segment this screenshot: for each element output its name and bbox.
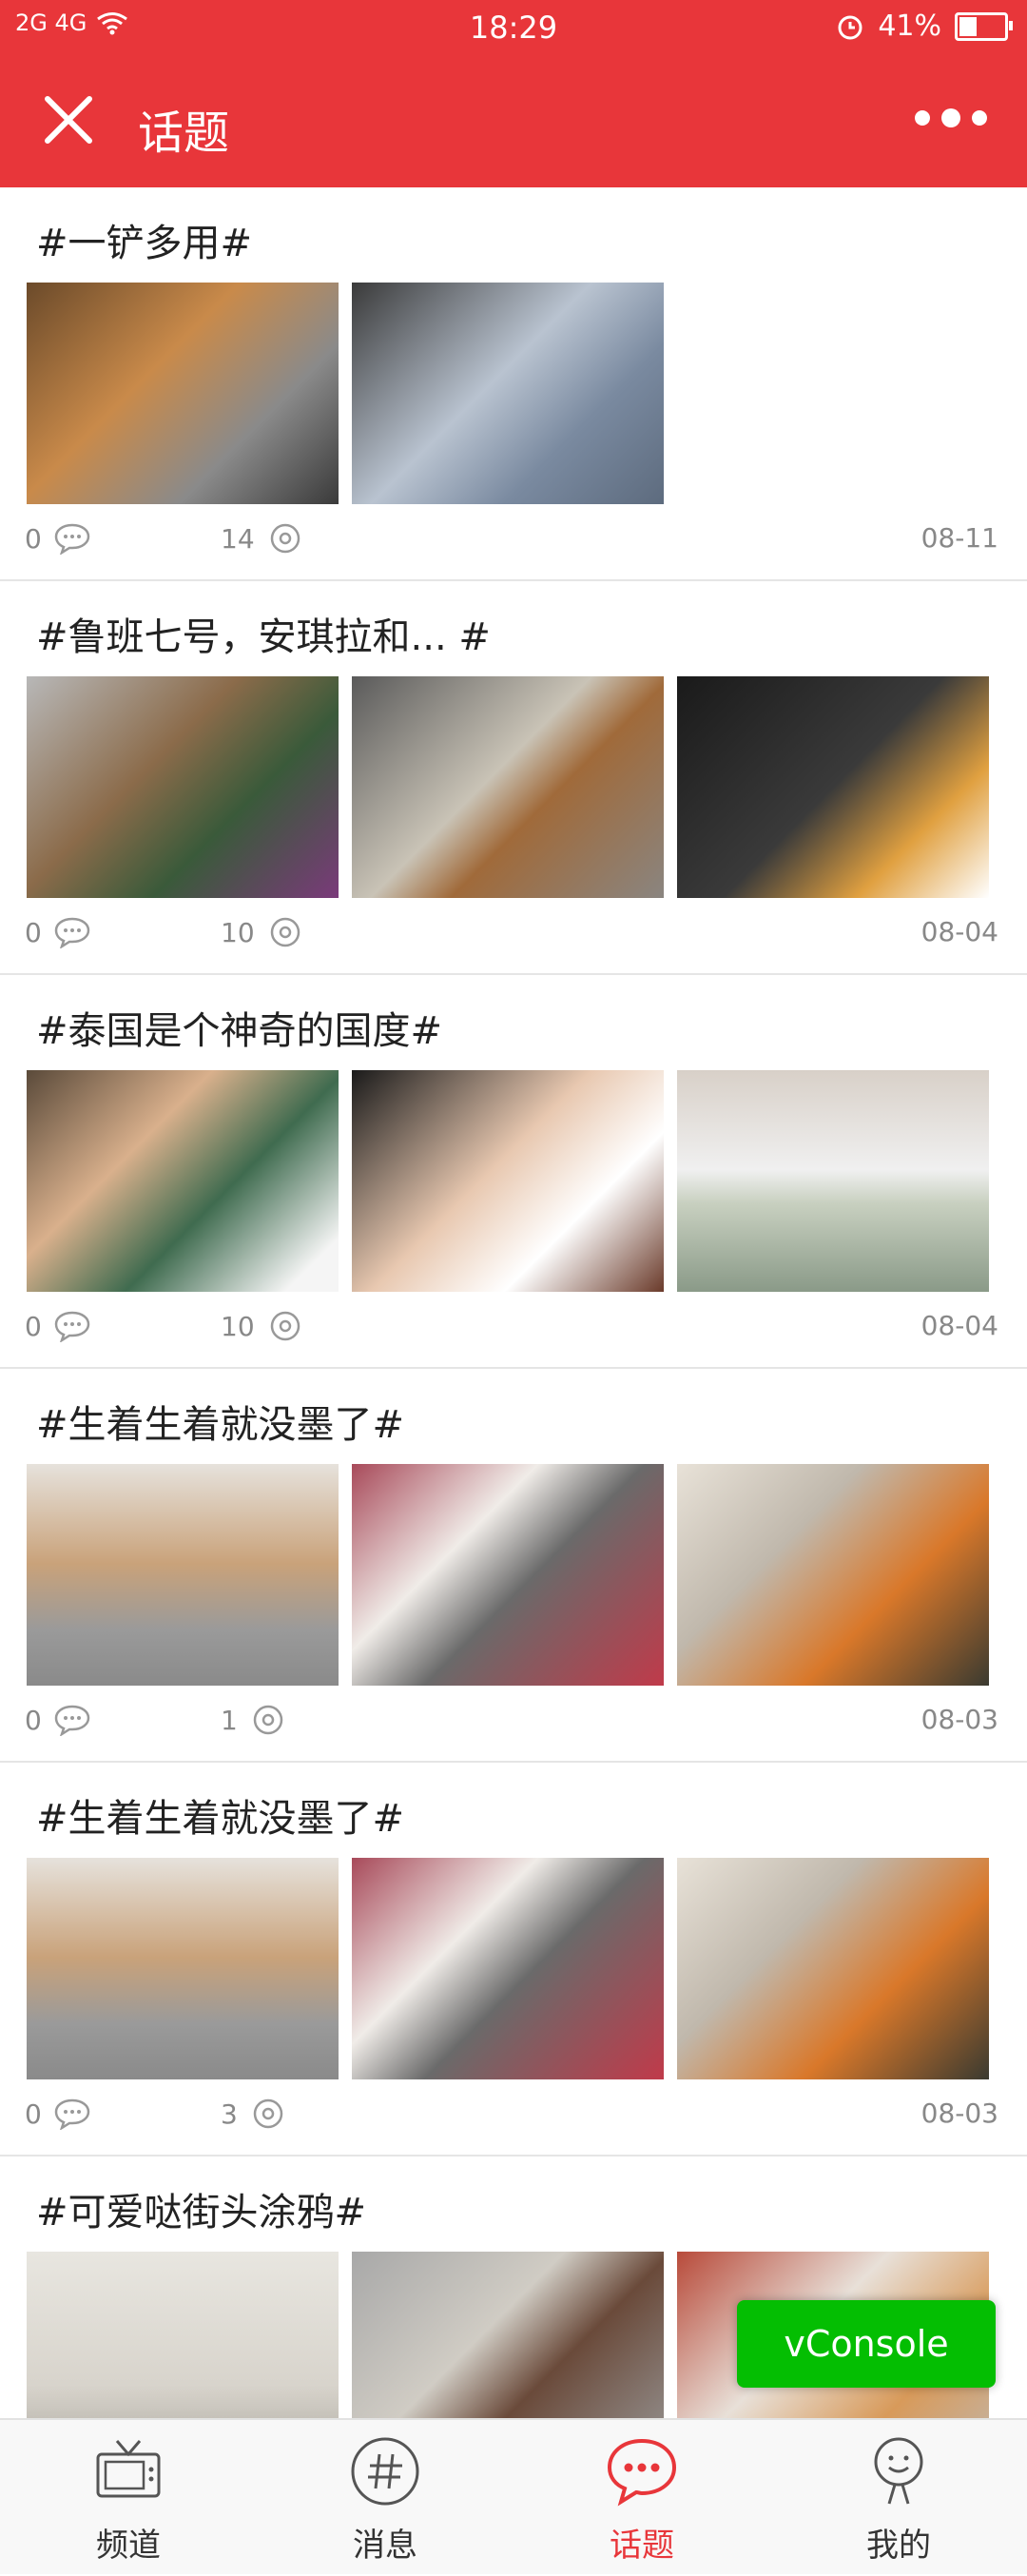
- close-icon[interactable]: [38, 89, 99, 150]
- topic-image[interactable]: [27, 283, 339, 504]
- chat-bubble-icon: [607, 2438, 677, 2507]
- view-count: 3: [221, 2098, 287, 2130]
- topic-image[interactable]: [677, 676, 989, 898]
- topic-image[interactable]: [27, 1464, 339, 1686]
- status-bar: 2G 4G 18:29 41%: [0, 0, 1027, 57]
- topic-date: 08-04: [920, 916, 998, 947]
- tab-channel[interactable]: 频道: [0, 2420, 257, 2576]
- tv-icon: [96, 2440, 161, 2498]
- topic-list[interactable]: #一铲多用# 0 14 08-11 #鲁班七号，安琪拉和... # 0 10 0…: [0, 187, 1027, 2418]
- vconsole-button[interactable]: vConsole: [737, 2300, 996, 2388]
- page-title: 话题: [138, 107, 230, 160]
- comment-icon: [54, 1311, 90, 1342]
- view-count: 10: [221, 916, 304, 948]
- tab-bar: 频道 消息 话题 我的: [0, 2418, 1027, 2574]
- tab-label: 频道: [96, 2527, 161, 2565]
- topic-title: #鲁班七号，安琪拉和... #: [36, 615, 491, 659]
- topic-image[interactable]: [27, 2252, 339, 2418]
- topic-image[interactable]: [27, 1858, 339, 2079]
- view-count: 14: [221, 522, 304, 555]
- alarm-icon: [838, 15, 862, 39]
- more-dot-icon: [941, 108, 960, 127]
- more-menu-button[interactable]: [915, 108, 987, 127]
- battery-icon: [955, 11, 1013, 41]
- hashtag-icon: [351, 2437, 419, 2506]
- topic-item[interactable]: #一铲多用# 0 14 08-11: [0, 187, 1027, 581]
- topic-image[interactable]: [677, 1070, 989, 1292]
- battery-percent: 41%: [878, 10, 941, 43]
- comment-count: 0: [25, 916, 91, 948]
- topic-item[interactable]: #生着生着就没墨了# 0 3 08-03: [0, 1763, 1027, 2156]
- eye-icon: [253, 1705, 283, 1735]
- topic-title: #泰国是个神奇的国度#: [36, 1009, 443, 1053]
- topic-image[interactable]: [352, 1070, 664, 1292]
- more-dot-icon: [915, 110, 930, 126]
- comment-icon: [54, 917, 90, 948]
- topic-item[interactable]: #生着生着就没墨了# 0 1 08-03: [0, 1369, 1027, 1763]
- eye-icon: [270, 917, 300, 947]
- tab-profile[interactable]: 我的: [770, 2420, 1027, 2576]
- comment-icon: [54, 523, 90, 555]
- topic-image[interactable]: [352, 2252, 664, 2418]
- topic-title: #一铲多用#: [36, 222, 253, 265]
- topic-item[interactable]: #鲁班七号，安琪拉和... # 0 10 08-04: [0, 581, 1027, 975]
- topic-date: 08-03: [920, 2098, 998, 2129]
- user-icon: [874, 2437, 923, 2505]
- topic-item[interactable]: #泰国是个神奇的国度# 0 10 08-04: [0, 975, 1027, 1369]
- header: 话题: [0, 57, 1027, 187]
- eye-icon: [270, 1311, 300, 1341]
- topic-date: 08-03: [920, 1704, 998, 1735]
- topic-image[interactable]: [677, 1858, 989, 2079]
- comment-count: 0: [25, 2098, 91, 2130]
- topic-image[interactable]: [27, 1070, 339, 1292]
- comment-count: 0: [25, 1704, 91, 1736]
- topic-image[interactable]: [352, 676, 664, 898]
- topic-date: 08-11: [920, 522, 998, 554]
- view-count: 1: [221, 1704, 287, 1736]
- tab-label: 话题: [610, 2527, 674, 2565]
- topic-title: #生着生着就没墨了#: [36, 1403, 405, 1447]
- topic-date: 08-04: [920, 1310, 998, 1341]
- view-count: 10: [221, 1310, 304, 1342]
- topic-image[interactable]: [677, 1464, 989, 1686]
- topic-image[interactable]: [352, 1464, 664, 1686]
- tab-topics[interactable]: 话题: [514, 2420, 770, 2576]
- eye-icon: [253, 2098, 283, 2129]
- comment-icon: [54, 2098, 90, 2130]
- topic-title: #可爱哒街头涂鸦#: [36, 2191, 367, 2234]
- tab-messages[interactable]: 消息: [257, 2420, 514, 2576]
- comment-icon: [54, 1705, 90, 1736]
- topic-image[interactable]: [27, 676, 339, 898]
- topic-image[interactable]: [352, 1858, 664, 2079]
- topic-image[interactable]: [352, 283, 664, 504]
- comment-count: 0: [25, 1310, 91, 1342]
- eye-icon: [270, 523, 300, 554]
- comment-count: 0: [25, 522, 91, 555]
- tab-label: 我的: [866, 2527, 931, 2565]
- tab-label: 消息: [353, 2527, 417, 2565]
- more-dot-icon: [972, 110, 987, 126]
- topic-title: #生着生着就没墨了#: [36, 1797, 405, 1841]
